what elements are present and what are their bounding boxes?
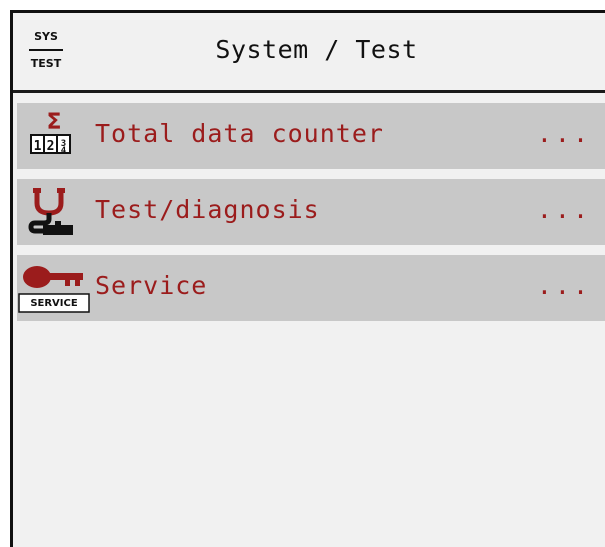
svg-text:4: 4 <box>61 146 67 156</box>
sys-test-icon-divider <box>29 49 63 51</box>
terminal-screen: SYS TEST System / Test Σ 1 2 3 4 Total d… <box>10 10 605 547</box>
menu-item-test-diagnosis[interactable]: Test/diagnosis ... <box>17 179 605 245</box>
menu-list: Σ 1 2 3 4 Total data counter ... Test/di… <box>17 103 605 331</box>
service-key-icon: SERVICE <box>17 261 91 315</box>
more-indicator: ... <box>536 195 591 224</box>
menu-item-total-data-counter[interactable]: Σ 1 2 3 4 Total data counter ... <box>17 103 605 169</box>
sigma-counter-icon: Σ 1 2 3 4 <box>17 109 91 163</box>
menu-item-label: Test/diagnosis <box>95 195 320 224</box>
sys-test-icon-top: SYS <box>34 30 58 43</box>
svg-text:2: 2 <box>47 139 55 154</box>
more-indicator: ... <box>536 271 591 300</box>
more-indicator: ... <box>536 119 591 148</box>
sys-test-icon-bottom: TEST <box>30 57 62 70</box>
page-title: System / Test <box>215 35 418 64</box>
menu-item-label: Service <box>95 271 208 300</box>
header-divider <box>13 90 605 93</box>
menu-item-service[interactable]: SERVICE Service ... <box>17 255 605 321</box>
sys-test-icon: SYS TEST <box>26 30 66 84</box>
header: SYS TEST System / Test <box>13 13 605 90</box>
svg-text:1: 1 <box>34 139 42 154</box>
service-icon-text: SERVICE <box>30 298 78 309</box>
stethoscope-icon <box>17 185 91 239</box>
menu-item-label: Total data counter <box>95 119 384 148</box>
svg-text:Σ: Σ <box>46 110 61 135</box>
